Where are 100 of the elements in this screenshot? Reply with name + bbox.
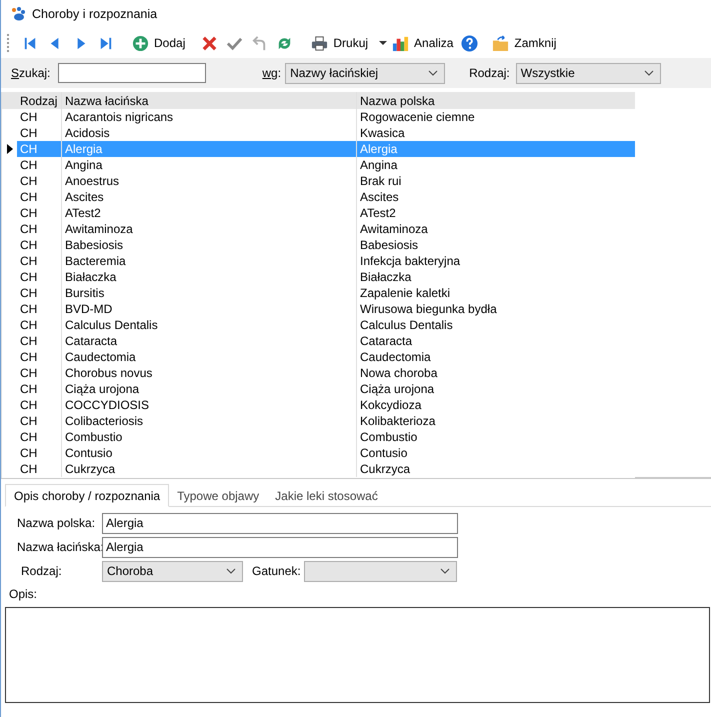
- table-row[interactable]: CH Calculus Dentalis Calculus Dentalis: [2, 317, 635, 333]
- table-row[interactable]: CH COCCYDIOSIS Kokcydioza: [2, 397, 635, 413]
- sort-by-label: wg:: [262, 66, 282, 80]
- table-cell-text: Zapalenie kaletki: [359, 285, 452, 301]
- paw-icon: [10, 6, 26, 22]
- table-row[interactable]: CH ATest2 ATest2: [2, 205, 635, 221]
- printer-icon: [311, 34, 328, 52]
- table-cell-text: Caudectomia: [359, 349, 432, 365]
- analysis-button[interactable]: Analiza: [389, 32, 456, 54]
- table-cell: Białaczka: [62, 269, 357, 285]
- table-cell: CH: [17, 157, 62, 173]
- table-row[interactable]: CH Bacteremia Infekcja bakteryjna: [2, 253, 635, 269]
- table-cell: Ascites: [62, 189, 357, 205]
- latin-name-label: Nazwa łacińska:: [16, 540, 102, 554]
- type-label: Rodzaj:: [20, 564, 63, 578]
- table-cell: Bursitis: [62, 285, 357, 301]
- table-row[interactable]: CH Babesiosis Babesiosis: [2, 237, 635, 253]
- description-field[interactable]: [5, 607, 710, 703]
- description-label: Opis:: [9, 587, 38, 601]
- print-button[interactable]: Drukuj: [308, 32, 372, 54]
- close-button[interactable]: Zamknij: [489, 32, 560, 54]
- table-cell: CH: [17, 381, 62, 397]
- help-icon: [461, 34, 478, 52]
- table-cell: CH: [17, 429, 62, 445]
- table-row[interactable]: CH Ascites Ascites: [2, 189, 635, 205]
- table-cell: CH: [17, 237, 62, 253]
- species-label: Gatunek:: [252, 564, 301, 578]
- table-cell: CH: [17, 189, 62, 205]
- table-row[interactable]: CH Angina Angina: [2, 157, 635, 173]
- chevron-down-icon: [440, 568, 450, 574]
- table-cell-text: Angina: [359, 157, 398, 173]
- table-row[interactable]: CH Cataracta Cataracta: [2, 333, 635, 349]
- table-cell-text: Kokcydioza: [359, 397, 422, 413]
- table-cell: CH: [17, 413, 62, 429]
- table-cell: Bacteremia: [62, 253, 357, 269]
- table-row[interactable]: CH Caudectomia Caudectomia: [2, 349, 635, 365]
- plus-icon: [132, 34, 149, 52]
- table-cell: CH: [17, 253, 62, 269]
- sort-by-dropdown[interactable]: Nazwy łacińskiej: [285, 62, 446, 84]
- table-row[interactable]: CH Combustio Combustio: [2, 429, 635, 445]
- table-row[interactable]: CH Ciąża urojona Ciąża urojona: [2, 381, 635, 397]
- table-cell: Calculus Dentalis: [62, 317, 357, 333]
- table-cell: CH: [17, 317, 62, 333]
- table-cell: BVD-MD: [62, 301, 357, 317]
- table-row[interactable]: CH Anoestrus Brak rui: [2, 173, 635, 189]
- table-cell-text: Babesiosis: [359, 237, 420, 253]
- table-cell-text: Wirusowa biegunka bydła: [359, 301, 498, 317]
- table-cell: CH: [17, 365, 62, 381]
- polish-name-field[interactable]: Alergia: [102, 512, 458, 534]
- caret-icon: [379, 41, 388, 45]
- search-field[interactable]: [58, 63, 206, 83]
- table-cell-text: Cataracta: [359, 333, 414, 349]
- table-cell: CH: [17, 221, 62, 237]
- table-cell: CH: [17, 205, 62, 221]
- table-cell-text: Kolibakterioza: [359, 413, 436, 429]
- table-cell-text: Infekcja bakteryjna: [359, 253, 462, 269]
- chevron-down-icon: [428, 70, 438, 76]
- latin-name-field[interactable]: Alergia: [102, 536, 458, 558]
- table-row[interactable]: CH Contusio Contusio: [2, 445, 635, 461]
- search-label: Szukaj:: [11, 66, 50, 80]
- table-cell: CH: [17, 445, 62, 461]
- table-cell: CH: [17, 269, 62, 285]
- table-cell: Angina: [62, 157, 357, 173]
- column-header[interactable]: Nazwa łacińska: [62, 92, 357, 109]
- table-row[interactable]: CH Colibacteriosis Kolibakterioza: [2, 413, 635, 429]
- table-row[interactable]: CH Chorobus novus Nowa choroba: [2, 365, 635, 381]
- table-cell-text: Combustio: [359, 429, 418, 445]
- tab[interactable]: Typowe objawy: [169, 485, 268, 506]
- table-cell-text: Alergia: [359, 141, 398, 157]
- table-row[interactable]: CH Cukrzyca Cukrzyca: [2, 461, 635, 477]
- table-cell-text: ATest2: [359, 205, 397, 221]
- table-cell: Acarantois nigricans: [62, 109, 357, 125]
- species-dropdown[interactable]: [304, 560, 457, 582]
- table-cell: COCCYDIOSIS: [62, 397, 357, 413]
- add-button[interactable]: Dodaj: [129, 32, 188, 54]
- table-cell: CH: [17, 141, 62, 157]
- tab[interactable]: Opis choroby / rozpoznania: [5, 484, 170, 507]
- tab[interactable]: Jakie leki stosować: [267, 485, 386, 506]
- table-row[interactable]: CH Awitaminoza Awitaminoza: [2, 221, 635, 237]
- table-row[interactable]: CH Bursitis Zapalenie kaletki: [2, 285, 635, 301]
- table-cell: CH: [17, 397, 62, 413]
- type-dropdown[interactable]: Choroba: [102, 560, 243, 582]
- type-dropdown[interactable]: Wszystkie: [516, 62, 661, 84]
- table-row[interactable]: CH Białaczka Białaczka: [2, 269, 635, 285]
- table-cell: CH: [17, 173, 62, 189]
- table-cell-text: Calculus Dentalis: [359, 317, 454, 333]
- column-header[interactable]: Rodzaj: [17, 92, 62, 109]
- table-cell-text: Kwasica: [359, 125, 406, 141]
- table-row[interactable]: CH Acarantois nigricans Rogowacenie ciemne: [2, 109, 635, 125]
- chevron-down-icon: [644, 70, 654, 76]
- table-cell-text: Białaczka: [359, 269, 412, 285]
- column-header[interactable]: Nazwa polska: [357, 92, 635, 109]
- window-title: Choroby i rozpoznania: [32, 7, 158, 21]
- table-cell: Anoestrus: [62, 173, 357, 189]
- table-cell: Ciąża urojona: [62, 381, 357, 397]
- table-row[interactable]: CH BVD-MD Wirusowa biegunka bydła: [2, 301, 635, 317]
- cross-icon: [201, 34, 218, 52]
- dropdown-button[interactable]: [379, 39, 388, 47]
- table-cell: ATest2: [62, 205, 357, 221]
- table-cell: Chorobus novus: [62, 365, 357, 381]
